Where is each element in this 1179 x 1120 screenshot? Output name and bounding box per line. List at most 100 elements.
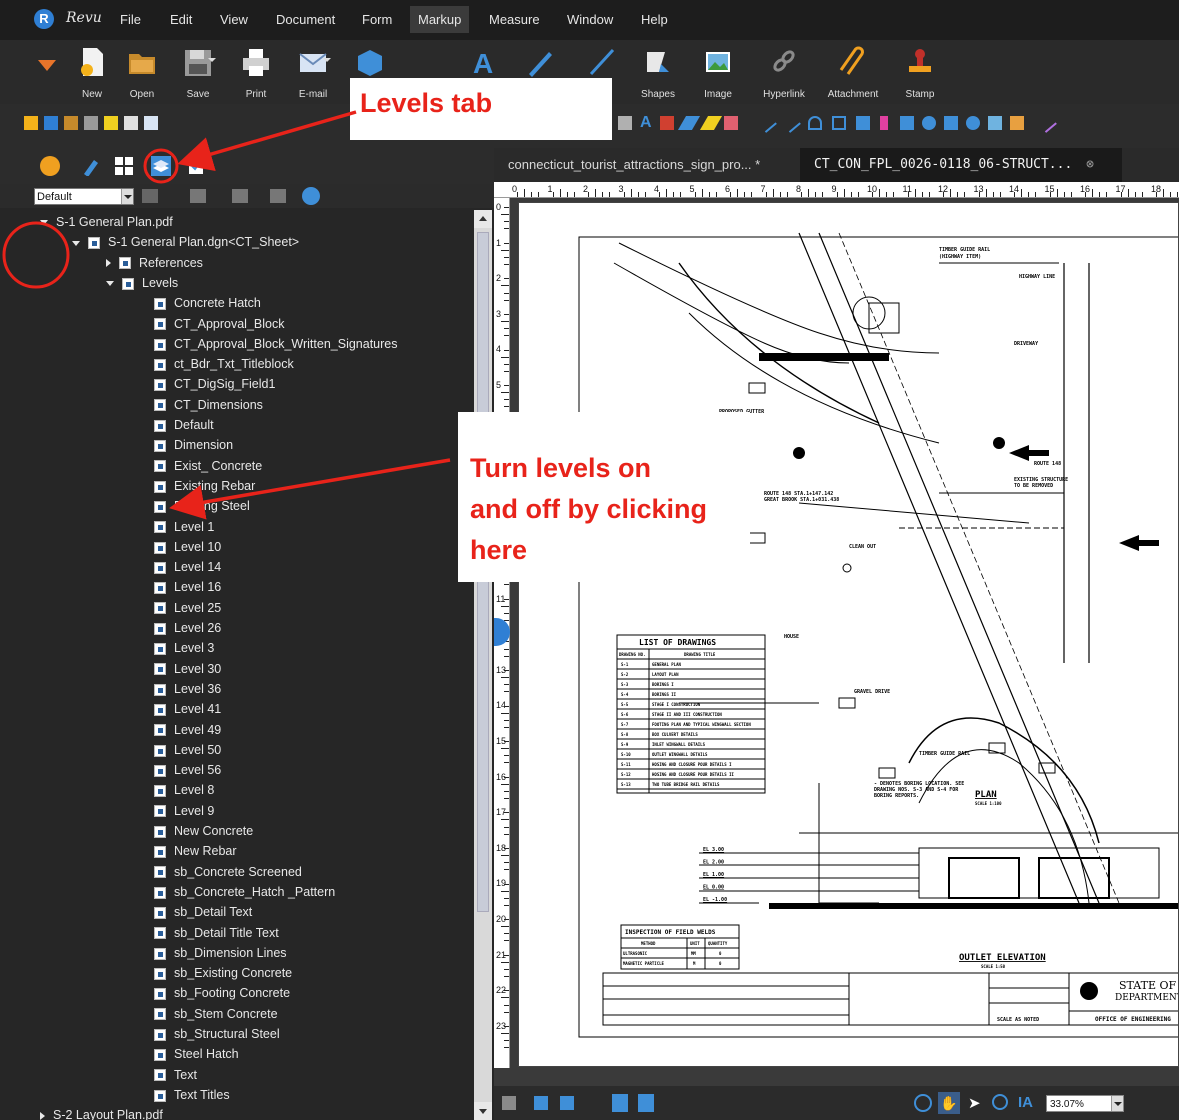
tab-bookmarks[interactable] (80, 156, 100, 177)
image-button[interactable]: Image (688, 46, 748, 102)
quick-access-dropdown-icon[interactable] (38, 60, 56, 71)
eraser-icon[interactable] (724, 116, 738, 130)
zoom-icon[interactable] (992, 1094, 1008, 1110)
save-button[interactable]: Save (168, 46, 228, 102)
menu-document[interactable]: Document (276, 12, 335, 27)
ellipse-icon[interactable] (922, 116, 936, 130)
level-visibility-checkbox[interactable] (154, 744, 166, 757)
tree-sheet[interactable]: S-1 General Plan.dgn<CT_Sheet> (72, 232, 299, 252)
tab-properties[interactable] (186, 156, 206, 176)
level-item[interactable]: Text (154, 1065, 197, 1085)
level-visibility-checkbox[interactable] (154, 318, 166, 331)
level-visibility-checkbox[interactable] (154, 866, 166, 879)
image-small-icon[interactable] (988, 116, 1002, 130)
level-visibility-checkbox[interactable] (154, 967, 166, 980)
toolbar-tool-icon[interactable] (618, 116, 632, 130)
measure-icon[interactable] (1037, 113, 1057, 133)
shape-small-icon[interactable] (944, 116, 958, 130)
level-item[interactable]: CT_Approval_Block_Written_Signatures (154, 334, 398, 354)
level-visibility-checkbox[interactable] (154, 663, 166, 676)
level-visibility-checkbox[interactable] (154, 947, 166, 960)
save-small-icon[interactable] (84, 116, 98, 130)
highlighter-icon[interactable] (699, 116, 723, 130)
level-item[interactable]: CT_Approval_Block (154, 314, 284, 334)
tab-connecticut-sign-pdf[interactable]: connecticut_tourist_attractions_sign_pro… (494, 148, 800, 182)
settings-gear-icon[interactable] (302, 187, 320, 205)
level-item[interactable]: sb_Stem Concrete (154, 1004, 278, 1024)
level-visibility-checkbox[interactable] (119, 257, 131, 270)
level-visibility-checkbox[interactable] (154, 399, 166, 412)
mail-small-icon[interactable] (144, 116, 158, 130)
shapes-button[interactable]: Shapes (628, 46, 688, 102)
polygon-icon[interactable] (832, 116, 846, 130)
level-visibility-checkbox[interactable] (154, 500, 166, 513)
level-item[interactable]: Level 50 (154, 740, 221, 760)
open-button[interactable]: Open (112, 46, 172, 102)
level-visibility-checkbox[interactable] (154, 419, 166, 432)
menu-edit[interactable]: Edit (170, 12, 192, 27)
level-visibility-checkbox[interactable] (154, 1008, 166, 1021)
menu-measure[interactable]: Measure (489, 12, 540, 27)
print-button[interactable]: Print (226, 46, 286, 102)
level-item[interactable]: Level 26 (154, 618, 221, 638)
tree-root-file[interactable]: S-1 General Plan.pdf (40, 212, 173, 232)
tree-levels[interactable]: Levels (106, 273, 178, 293)
tree-references[interactable]: References (106, 253, 203, 273)
level-item[interactable]: Exist_ Concrete (154, 456, 262, 476)
level-visibility-checkbox[interactable] (154, 622, 166, 635)
stamp-button[interactable]: Stamp (890, 46, 950, 102)
level-visibility-checkbox[interactable] (154, 297, 166, 310)
level-item[interactable]: CT_Dimensions (154, 395, 263, 415)
level-item[interactable]: Level 30 (154, 659, 221, 679)
level-visibility-checkbox[interactable] (154, 764, 166, 777)
level-item[interactable]: Level 41 (154, 699, 221, 719)
level-visibility-checkbox[interactable] (154, 805, 166, 818)
line-small-icon[interactable] (757, 113, 777, 133)
expand-arrow-icon[interactable] (106, 259, 111, 268)
level-visibility-checkbox[interactable] (154, 703, 166, 716)
level-item[interactable]: sb_Footing Concrete (154, 983, 290, 1003)
level-item[interactable]: Level 3 (154, 638, 214, 658)
level-visibility-checkbox[interactable] (154, 1049, 166, 1061)
collapse-arrow-icon[interactable] (106, 281, 114, 287)
level-item[interactable]: Level 1 (154, 517, 214, 537)
level-item[interactable]: Existing Steel (154, 496, 250, 516)
tab-thumbnails[interactable] (40, 156, 60, 176)
pan-hand-icon[interactable]: ✋ (938, 1092, 960, 1114)
tree-next-file[interactable]: S-2 Layout Plan.pdf (40, 1105, 163, 1120)
cloud-icon[interactable] (880, 116, 888, 130)
level-visibility-checkbox[interactable] (154, 582, 166, 595)
highlight-icon[interactable] (660, 116, 674, 130)
level-visibility-checkbox[interactable] (154, 1089, 166, 1102)
level-item[interactable]: Level 8 (154, 780, 214, 800)
rectangle-icon[interactable] (900, 116, 914, 130)
level-item[interactable]: sb_Structural Steel (154, 1024, 280, 1044)
tab-levels[interactable] (151, 156, 171, 176)
level-visibility-checkbox[interactable] (154, 561, 166, 574)
zoom-level-select[interactable]: 33.07% (1046, 1095, 1124, 1112)
add-level-icon[interactable] (190, 189, 206, 203)
menu-view[interactable]: View (220, 12, 248, 27)
level-visibility-checkbox[interactable] (154, 602, 166, 615)
gear-shape-icon[interactable] (966, 116, 980, 130)
level-item[interactable]: Default (154, 415, 214, 435)
panel-scrollbar[interactable] (474, 210, 492, 1120)
level-visibility-checkbox[interactable] (154, 1069, 166, 1082)
continuous-icon[interactable] (560, 1096, 574, 1110)
level-visibility-checkbox[interactable] (154, 825, 166, 838)
level-item[interactable]: CT_DigSig_Field1 (154, 374, 275, 394)
menu-file[interactable]: File (120, 12, 141, 27)
level-item[interactable]: New Concrete (154, 821, 253, 841)
menu-form[interactable]: Form (362, 12, 392, 27)
arc-icon[interactable] (808, 116, 822, 130)
level-visibility-checkbox[interactable] (154, 683, 166, 696)
expand-arrow-icon[interactable] (40, 1111, 45, 1120)
level-visibility-checkbox[interactable] (154, 643, 166, 655)
level-visibility-checkbox[interactable] (154, 906, 166, 919)
level-item[interactable]: Steel Hatch (154, 1044, 239, 1064)
level-visibility-checkbox[interactable] (154, 724, 166, 737)
thumbnail-icon[interactable] (44, 116, 58, 130)
menu-help[interactable]: Help (641, 12, 668, 27)
close-tab-icon[interactable]: ⊗ (1086, 157, 1094, 172)
level-item[interactable]: Text Titles (154, 1085, 230, 1105)
